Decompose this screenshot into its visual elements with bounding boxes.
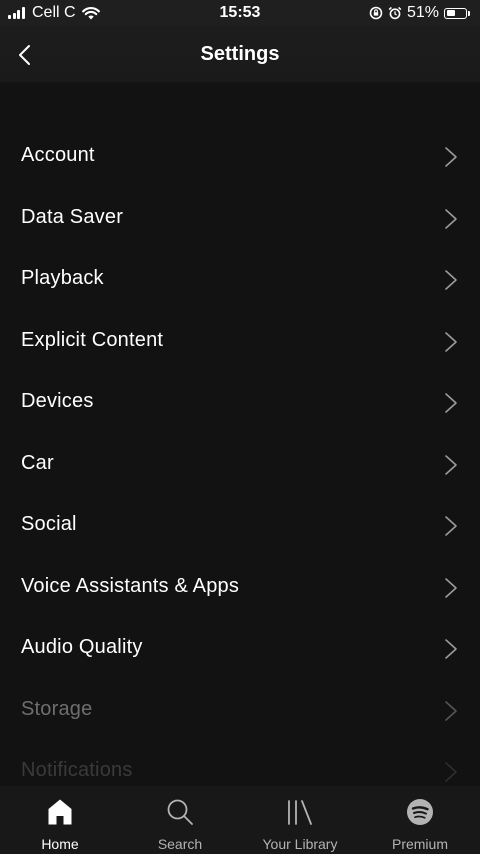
battery-cap bbox=[468, 10, 470, 16]
tab-label: Search bbox=[157, 836, 203, 852]
chevron-right-icon bbox=[445, 762, 457, 782]
chevron-right-icon bbox=[445, 270, 457, 290]
chevron-right-icon bbox=[445, 577, 457, 598]
rotation-lock-icon bbox=[369, 6, 383, 20]
settings-item-devices[interactable]: Devices bbox=[0, 372, 480, 434]
settings-item-label: Car bbox=[21, 451, 54, 474]
alarm-icon bbox=[388, 6, 402, 20]
settings-item-social[interactable]: Social bbox=[0, 495, 480, 557]
settings-item-label: Playback bbox=[21, 267, 104, 289]
status-bar: Cell C 15:53 51% bbox=[0, 0, 480, 26]
nav-header: Settings bbox=[0, 26, 480, 82]
settings-item-label: Explicit Content bbox=[21, 328, 164, 351]
settings-item-car[interactable]: Car bbox=[0, 434, 480, 496]
settings-item-label: Devices bbox=[21, 390, 94, 412]
spotify-icon bbox=[407, 799, 433, 825]
chevron-right-icon bbox=[445, 147, 457, 167]
tab-label: Premium bbox=[391, 836, 448, 852]
status-right: 51% bbox=[369, 4, 470, 22]
settings-item-label: Notifications bbox=[21, 759, 133, 781]
settings-item-data-saver[interactable]: Data Saver bbox=[0, 188, 480, 250]
chevron-right-icon bbox=[445, 454, 457, 475]
settings-item-account[interactable]: Account bbox=[0, 126, 480, 188]
bottom-tab-bar: Home Search Your Library Premium bbox=[0, 786, 480, 854]
settings-item-voice-assistants[interactable]: Voice Assistants & Apps bbox=[0, 557, 480, 619]
tab-label: Your Library bbox=[262, 836, 338, 852]
settings-item-explicit-content[interactable]: Explicit Content bbox=[0, 311, 480, 373]
home-icon bbox=[48, 799, 72, 825]
library-icon bbox=[288, 800, 312, 825]
chevron-right-icon bbox=[445, 516, 457, 536]
settings-item-storage[interactable]: Storage bbox=[0, 680, 480, 742]
battery-fill bbox=[446, 10, 456, 16]
page-title: Settings bbox=[200, 43, 280, 65]
chevron-right-icon bbox=[445, 700, 457, 721]
chevron-right-icon bbox=[445, 331, 457, 352]
settings-item-label: Storage bbox=[21, 697, 93, 720]
battery-percent: 51% bbox=[406, 4, 439, 21]
tab-home[interactable]: Home bbox=[0, 786, 120, 854]
tab-premium[interactable]: Premium bbox=[360, 786, 480, 854]
tab-search[interactable]: Search bbox=[120, 786, 240, 854]
settings-item-audio-quality[interactable]: Audio Quality bbox=[0, 618, 480, 680]
settings-item-label: Account bbox=[21, 144, 95, 166]
settings-item-label: Audio Quality bbox=[21, 636, 143, 658]
settings-item-label: Voice Assistants & Apps bbox=[21, 574, 240, 597]
tab-label: Home bbox=[41, 836, 79, 852]
settings-item-label: Data Saver bbox=[21, 205, 124, 228]
search-icon bbox=[167, 799, 193, 825]
settings-item-label: Social bbox=[21, 513, 77, 535]
settings-list: Account Data Saver Playback Explicit Con… bbox=[0, 126, 480, 803]
battery-icon bbox=[444, 7, 467, 19]
tab-your-library[interactable]: Your Library bbox=[240, 786, 360, 854]
chevron-right-icon bbox=[445, 208, 457, 229]
chevron-right-icon bbox=[445, 393, 457, 413]
settings-item-playback[interactable]: Playback bbox=[0, 249, 480, 311]
chevron-right-icon bbox=[445, 639, 457, 659]
